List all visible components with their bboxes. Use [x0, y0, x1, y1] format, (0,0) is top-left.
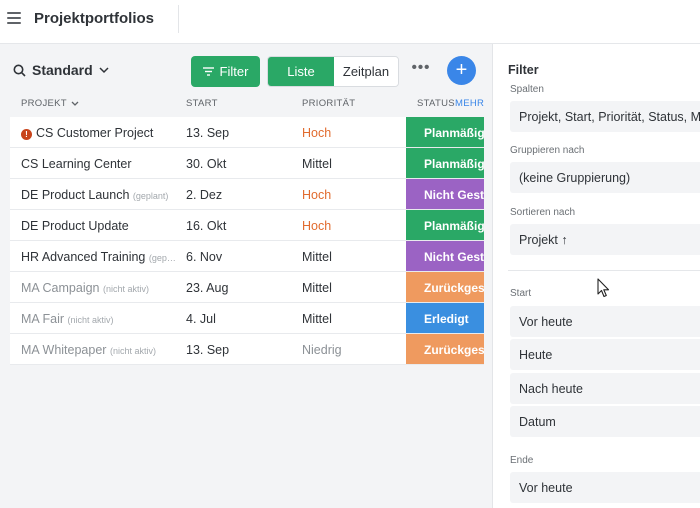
start-date-cell: 16. Okt — [186, 219, 227, 233]
priority-cell: Mittel — [302, 312, 332, 326]
project-table: ! CS Customer Project 13. Sep Hoch Planmäßig… — [10, 117, 484, 365]
sort-by-select[interactable]: Projekt ↑ — [510, 224, 700, 255]
project-name: CS Customer Project — [36, 126, 154, 140]
column-header-project[interactable]: PROJEKT — [21, 98, 79, 109]
filter-icon — [202, 67, 214, 76]
divider — [178, 5, 179, 33]
start-date-cell: 13. Sep — [186, 126, 230, 140]
project-name: DE Product Update — [21, 219, 129, 233]
project-state-tag: (geplant) — [132, 191, 169, 201]
sort-by-label: Sortieren nach — [510, 207, 576, 218]
project-name-cell[interactable]: HR Advanced Training (gep… — [21, 250, 176, 264]
menu-icon[interactable] — [7, 12, 21, 26]
page-title: Projektportfolios — [34, 10, 155, 27]
project-state-tag: (nicht aktiv) — [103, 284, 150, 294]
status-badge[interactable]: Nicht Gestartet — [406, 241, 484, 271]
start-date-cell: 30. Okt — [186, 157, 227, 171]
project-name: DE Product Launch — [21, 188, 130, 202]
table-row[interactable]: DE Product Launch (geplant) 2. Dez Hoch Nic… — [10, 179, 484, 210]
table-row[interactable]: HR Advanced Training (gep… 6. Nov Mittel Ni… — [10, 241, 484, 272]
status-badge[interactable]: Erledigt — [406, 303, 484, 333]
priority-cell: Mittel — [302, 250, 332, 264]
panel-title: Filter — [508, 63, 539, 77]
project-name: MA Fair — [21, 312, 65, 326]
add-project-button[interactable]: + — [447, 56, 476, 85]
columns-select[interactable]: Projekt, Start, Priorität, Status, Manag… — [510, 101, 700, 132]
priority-cell: Hoch — [302, 188, 332, 202]
column-header-label: PROJEKT — [21, 98, 67, 109]
status-badge[interactable]: Planmäßig — [406, 117, 484, 147]
table-row[interactable]: DE Product Update 16. Okt Hoch Planmäßig — [10, 210, 484, 241]
priority-cell: Mittel — [302, 157, 332, 171]
priority-cell: Mittel — [302, 281, 332, 295]
project-state-tag: (nicht aktiv) — [67, 315, 114, 325]
view-toggle: Liste Zeitplan — [267, 56, 399, 87]
top-bar: Projektportfolios — [0, 0, 700, 44]
tab-timeline[interactable]: Zeitplan — [334, 57, 398, 86]
column-header-priority[interactable]: PRIORITÄT — [302, 98, 355, 109]
group-by-select[interactable]: (keine Gruppierung) — [510, 162, 700, 193]
chevron-down-icon — [71, 101, 79, 106]
status-badge[interactable]: Planmäßig — [406, 148, 484, 178]
filter-button[interactable]: Filter — [191, 56, 260, 87]
project-name: CS Learning Center — [21, 157, 132, 171]
start-date-cell: 23. Aug — [186, 281, 229, 295]
priority-cell: Hoch — [302, 126, 332, 140]
project-name-cell[interactable]: DE Product Update — [21, 219, 176, 233]
project-name-cell[interactable]: ! CS Customer Project — [21, 126, 176, 140]
column-header-status[interactable]: STATUS — [417, 98, 455, 109]
more-columns-link[interactable]: MEHR — [455, 98, 484, 109]
chevron-down-icon — [99, 66, 109, 73]
start-filter-date[interactable]: Datum — [510, 406, 700, 437]
project-name: MA Campaign — [21, 281, 100, 295]
priority-cell: Hoch — [302, 219, 332, 233]
project-state-tag: (gep… — [148, 253, 176, 263]
table-row[interactable]: MA Whitepaper (nicht aktiv) 13. Sep Niedri… — [10, 334, 484, 365]
start-date-cell: 4. Jul — [186, 312, 216, 326]
end-filter-before-today[interactable]: Vor heute — [510, 472, 700, 503]
priority-cell: Niedrig — [302, 343, 342, 357]
filter-panel: Filter Spalten Projekt, Start, Priorität… — [492, 44, 700, 508]
start-date-cell: 13. Sep — [186, 343, 230, 357]
view-selector[interactable]: Standard — [13, 62, 109, 78]
end-filter-label: Ende — [510, 455, 534, 466]
search-icon — [13, 64, 26, 77]
project-name-cell[interactable]: MA Campaign (nicht aktiv) — [21, 281, 176, 295]
start-filter-before-today[interactable]: Vor heute — [510, 306, 700, 337]
table-row[interactable]: CS Learning Center 30. Okt Mittel Planmäßig — [10, 148, 484, 179]
project-name-cell[interactable]: CS Learning Center — [21, 157, 176, 171]
project-name-cell[interactable]: DE Product Launch (geplant) — [21, 188, 176, 202]
filter-button-label: Filter — [219, 64, 249, 79]
project-name: HR Advanced Training — [21, 250, 146, 264]
start-filter-label: Start — [510, 288, 532, 299]
status-badge[interactable]: Planmäßig — [406, 210, 484, 240]
mouse-cursor-icon — [597, 278, 610, 298]
group-by-label: Gruppieren nach — [510, 145, 585, 156]
status-badge[interactable]: Zurückgestellt — [406, 334, 484, 364]
project-name-cell[interactable]: MA Fair (nicht aktiv) — [21, 312, 176, 326]
start-filter-today[interactable]: Heute — [510, 339, 700, 370]
project-list-panel: Standard Filter Liste Zeitplan ••• + PRO… — [0, 44, 492, 508]
view-name: Standard — [32, 62, 93, 78]
table-row[interactable]: MA Campaign (nicht aktiv) 23. Aug Mittel Zu… — [10, 272, 484, 303]
tab-list[interactable]: Liste — [268, 57, 334, 86]
warning-icon: ! — [21, 129, 32, 140]
project-name: MA Whitepaper — [21, 343, 107, 357]
more-options-button[interactable]: ••• — [410, 60, 432, 82]
table-row[interactable]: MA Fair (nicht aktiv) 4. Jul Mittel Erledig… — [10, 303, 484, 334]
status-badge[interactable]: Nicht Gestartet — [406, 179, 484, 209]
start-filter-after-today[interactable]: Nach heute — [510, 373, 700, 404]
status-badge[interactable]: Zurückgestellt — [406, 272, 484, 302]
columns-label: Spalten — [510, 84, 544, 95]
column-header-start[interactable]: START — [186, 98, 218, 109]
table-row[interactable]: ! CS Customer Project 13. Sep Hoch Planmäßig — [10, 117, 484, 148]
start-date-cell: 2. Dez — [186, 188, 223, 202]
project-state-tag: (nicht aktiv) — [109, 346, 156, 356]
project-name-cell[interactable]: MA Whitepaper (nicht aktiv) — [21, 343, 176, 357]
divider — [508, 270, 700, 271]
start-date-cell: 6. Nov — [186, 250, 223, 264]
